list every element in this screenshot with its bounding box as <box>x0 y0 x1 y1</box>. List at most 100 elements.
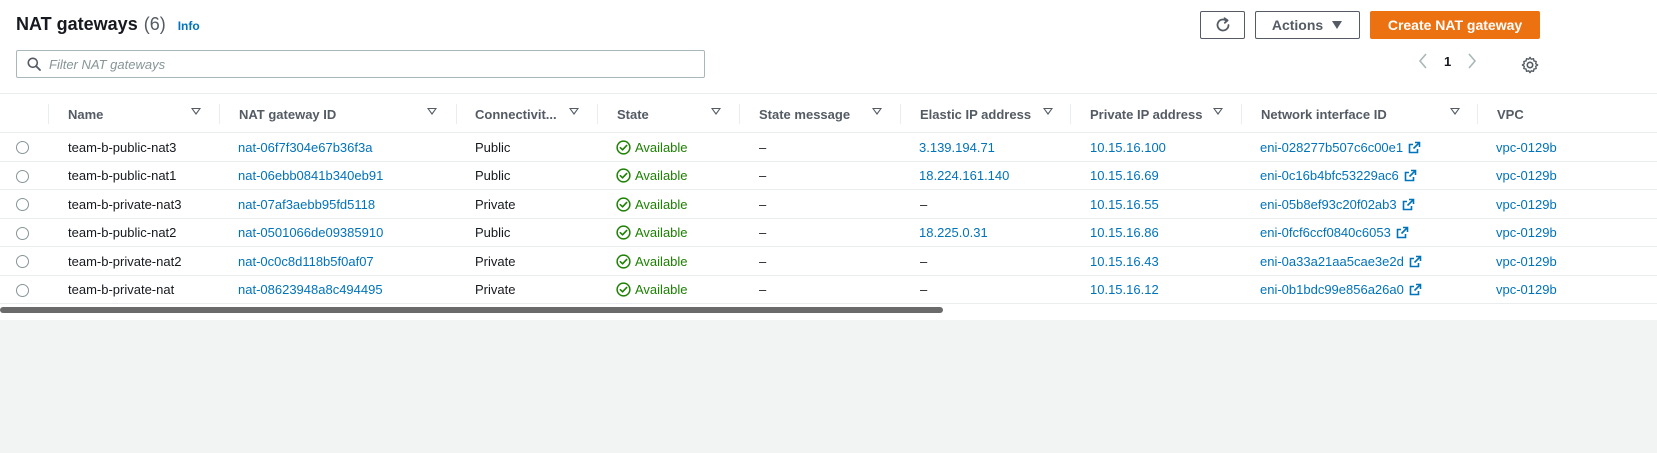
actions-label: Actions <box>1271 17 1324 33</box>
column-header-network-interface-id[interactable]: Network interface ID <box>1261 94 1460 134</box>
page-title: NAT gateways (6) Info <box>16 14 200 35</box>
row-select-radio[interactable] <box>16 169 29 183</box>
chevron-right-icon[interactable] <box>1467 53 1477 69</box>
row-select-radio[interactable] <box>16 198 29 211</box>
check-circle-icon <box>616 282 631 297</box>
cell-nat-gateway-id-link[interactable]: nat-06f7f304e67b36f3a <box>238 133 372 161</box>
refresh-button[interactable] <box>1200 11 1245 39</box>
cell-private-ip-link[interactable]: 10.15.16.86 <box>1090 219 1159 247</box>
cell-private-ip-link[interactable]: 10.15.16.100 <box>1090 133 1166 161</box>
column-divider <box>739 104 740 124</box>
sort-icon[interactable] <box>1450 108 1460 115</box>
cell-vpc-link[interactable]: vpc-0129b <box>1496 219 1557 247</box>
sort-icon[interactable] <box>872 108 882 115</box>
network-interface-link[interactable]: eni-0b1bdc99e856a26a0 <box>1260 282 1404 297</box>
column-header-elastic-ip[interactable]: Elastic IP address <box>920 94 1053 134</box>
table-row[interactable]: team-b-public-nat1 nat-06ebb0841b340eb91 P… <box>0 162 1657 190</box>
cell-vpc-link[interactable]: vpc-0129b <box>1496 247 1557 275</box>
column-divider <box>219 104 220 124</box>
actions-button[interactable]: Actions <box>1255 11 1360 39</box>
cell-name: team-b-private-nat <box>68 282 175 297</box>
column-header-vpc[interactable]: VPC <box>1497 94 1524 134</box>
cell-private-ip-link[interactable]: 10.15.16.12 <box>1090 276 1159 304</box>
cell-nat-gateway-id-link[interactable]: nat-0501066de09385910 <box>238 219 383 247</box>
cell-nat-gateway-id-link[interactable]: nat-06ebb0841b340eb91 <box>238 162 383 190</box>
sort-icon[interactable] <box>427 108 437 115</box>
sort-icon[interactable] <box>191 108 201 115</box>
horizontal-scrollbar[interactable] <box>0 307 943 313</box>
cell-private-ip-link[interactable]: 10.15.16.69 <box>1090 162 1159 190</box>
create-nat-gateway-button[interactable]: Create NAT gateway <box>1370 11 1540 39</box>
row-select-radio[interactable] <box>16 226 29 240</box>
network-interface-link[interactable]: eni-0c16b4bfc53229ac6 <box>1260 168 1399 183</box>
column-header-state[interactable]: State <box>617 94 721 134</box>
cell-connectivity: Private <box>475 196 516 212</box>
preferences-button[interactable] <box>1519 54 1541 76</box>
cell-elastic-ip: – <box>920 196 928 212</box>
sort-icon[interactable] <box>711 108 721 115</box>
table-row[interactable]: team-b-public-nat3 nat-06f7f304e67b36f3a P… <box>0 133 1657 162</box>
cell-vpc-link[interactable]: vpc-0129b <box>1496 190 1557 218</box>
sort-icon[interactable] <box>1213 108 1223 115</box>
cell-private-ip-link[interactable]: 10.15.16.55 <box>1090 190 1159 218</box>
network-interface-link[interactable]: eni-0fcf6ccf0840c6053 <box>1260 225 1391 240</box>
network-interface-link[interactable]: eni-0a33a21aa5cae3e2d <box>1260 254 1404 269</box>
external-link-icon <box>1404 169 1417 182</box>
column-header-connectivity[interactable]: Connectivit... <box>475 94 579 134</box>
cell-private-ip-link[interactable]: 10.15.16.43 <box>1090 247 1159 275</box>
cell-nat-gateway-id-link[interactable]: nat-0c0c8d118b5f0af07 <box>238 247 374 275</box>
cell-elastic-ip-link[interactable]: 18.224.161.140 <box>919 162 1009 190</box>
column-label: NAT gateway ID <box>239 106 337 122</box>
check-circle-icon <box>616 253 631 269</box>
state-label: Available <box>635 282 688 297</box>
nat-gateways-table: Name NAT gateway ID Connectivit... State… <box>0 93 1657 304</box>
check-circle-icon <box>616 168 631 183</box>
network-interface-link[interactable]: eni-028277b507c6c00e1 <box>1260 140 1403 155</box>
check-circle-icon <box>616 225 631 240</box>
column-label: VPC <box>1497 106 1524 122</box>
cell-name: team-b-private-nat2 <box>68 253 182 269</box>
cell-nat-gateway-id-link[interactable]: nat-07af3aebb95fd5118 <box>238 190 375 218</box>
cell-vpc-link[interactable]: vpc-0129b <box>1496 162 1557 190</box>
column-label: State <box>617 106 649 122</box>
table-row[interactable]: team-b-private-nat3 nat-07af3aebb95fd5118… <box>0 190 1657 219</box>
row-select-radio[interactable] <box>16 141 29 154</box>
table-row[interactable]: team-b-public-nat2 nat-0501066de09385910 P… <box>0 219 1657 247</box>
filter-box[interactable] <box>16 50 705 78</box>
chevron-left-icon[interactable] <box>1418 53 1428 69</box>
column-label: Elastic IP address <box>920 106 1032 122</box>
column-header-nat-gateway-id[interactable]: NAT gateway ID <box>239 94 437 134</box>
cell-state-message: – <box>759 225 767 240</box>
cell-vpc-link[interactable]: vpc-0129b <box>1496 133 1557 161</box>
cell-elastic-ip-link[interactable]: 3.139.194.71 <box>919 133 995 161</box>
cell-state: Available <box>616 276 688 304</box>
column-divider <box>1241 104 1242 124</box>
cell-name: team-b-public-nat3 <box>68 139 177 155</box>
row-select-radio[interactable] <box>16 283 29 297</box>
row-select-radio[interactable] <box>16 255 29 268</box>
info-link[interactable]: Info <box>178 19 200 33</box>
check-circle-icon <box>616 139 631 155</box>
cell-elastic-ip: – <box>920 282 928 297</box>
column-header-state-message[interactable]: State message <box>759 94 882 134</box>
table-row[interactable]: team-b-private-nat nat-08623948a8c494495 P… <box>0 276 1657 304</box>
sort-icon[interactable] <box>1043 108 1053 115</box>
column-header-private-ip[interactable]: Private IP address <box>1090 94 1223 134</box>
cell-vpc-link[interactable]: vpc-0129b <box>1496 276 1557 304</box>
cell-state: Available <box>616 247 688 275</box>
column-header-name[interactable]: Name <box>68 94 201 134</box>
sort-icon[interactable] <box>569 108 579 115</box>
state-label: Available <box>635 225 688 240</box>
cell-network-interface: eni-0b1bdc99e856a26a0 <box>1260 276 1422 304</box>
filter-input[interactable] <box>49 56 689 72</box>
pagination: 1 <box>1418 53 1477 69</box>
cell-connectivity: Private <box>475 253 516 269</box>
cell-elastic-ip-link[interactable]: 18.225.0.31 <box>919 219 988 247</box>
table-row[interactable]: team-b-private-nat2 nat-0c0c8d118b5f0af07… <box>0 247 1657 276</box>
current-page[interactable]: 1 <box>1444 54 1451 69</box>
column-divider <box>900 104 901 124</box>
cell-connectivity: Public <box>475 139 511 155</box>
network-interface-link[interactable]: eni-05b8ef93c20f02ab3 <box>1260 197 1397 212</box>
cell-connectivity: Public <box>475 168 511 183</box>
cell-nat-gateway-id-link[interactable]: nat-08623948a8c494495 <box>238 276 383 304</box>
